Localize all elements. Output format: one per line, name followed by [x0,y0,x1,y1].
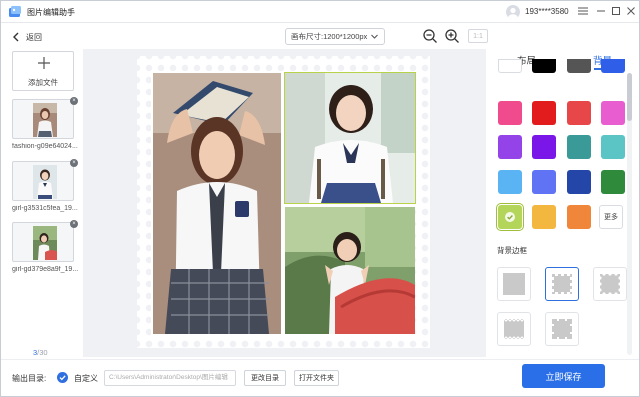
collage-photo [285,207,415,334]
add-file-label: 添加文件 [28,78,58,87]
ratio-button[interactable]: 1:1 [468,29,488,43]
user-avatar[interactable] [506,5,520,19]
output-dir-label: 输出目录: [12,374,47,383]
custom-dir-label: 自定义 [74,374,98,383]
remove-file-icon[interactable]: × [70,220,78,228]
border-preview [503,273,525,295]
color-swatch[interactable] [567,101,591,125]
chevron-down-icon [371,34,378,39]
minimize-icon[interactable] [594,4,608,18]
canvas-size-select[interactable]: 画布尺寸:1200*1200px [285,28,385,45]
user-name[interactable]: 193****3580 [525,7,569,16]
add-file-button[interactable]: 添加文件 [12,51,74,91]
output-path-field[interactable]: C:\Users\Administrator\Desktop\图片编辑 [104,370,236,386]
scrollbar-thumb[interactable] [627,73,632,121]
border-option-stamp[interactable] [545,267,579,301]
border-option-scalloped[interactable] [593,267,627,301]
app-window: 图片编辑助手 193****3580 返回 画布尺寸:1200*1200px 1 [0,0,640,397]
collage-photo-cell[interactable] [284,72,416,204]
hamburger-icon[interactable] [576,4,590,18]
chevron-left-icon [13,32,19,42]
close-icon[interactable] [624,4,638,18]
collage-photo-cell[interactable] [285,207,415,334]
page-counter: 3/30 [33,348,48,357]
file-thumbnail[interactable] [12,161,74,201]
color-swatch[interactable] [532,101,556,125]
file-name: girl-gd379e8a9f_19... [12,266,78,273]
back-button[interactable]: 返回 [12,30,42,44]
color-swatch[interactable] [567,205,591,229]
color-swatch[interactable] [532,135,556,159]
color-swatch[interactable] [498,135,522,159]
zoom-in-icon[interactable] [444,28,460,44]
panel-scrollbar[interactable] [627,73,632,355]
color-swatch[interactable] [498,59,522,73]
border-option-notched[interactable] [545,312,579,346]
color-swatch[interactable] [496,203,524,231]
collage-photo [285,73,415,203]
check-circle-icon [505,212,515,222]
color-swatch[interactable] [601,59,625,73]
canvas-size-value: 画布尺寸:1200*1200px [291,32,368,41]
color-swatch[interactable] [601,135,625,159]
border-option-zigzag[interactable] [497,312,531,346]
color-swatch[interactable] [532,59,556,73]
remove-file-icon[interactable]: × [70,159,78,167]
change-dir-button[interactable]: 更改目录 [244,370,286,386]
check-icon [59,375,66,381]
border-preview [598,272,622,296]
remove-file-icon[interactable]: × [70,97,78,105]
file-name: fashion-g09e64024... [12,143,78,150]
color-swatch[interactable] [498,170,522,194]
color-swatch[interactable] [567,59,591,73]
border-preview [503,318,525,340]
border-section-title: 背景边框 [497,246,527,255]
page-total: /30 [37,348,48,357]
color-swatch[interactable] [532,170,556,194]
color-swatch[interactable] [601,101,625,125]
app-title: 图片编辑助手 [27,8,75,17]
color-swatch[interactable] [601,170,625,194]
title-bar: 图片编辑助手 193****3580 [1,1,639,23]
open-folder-button[interactable]: 打开文件夹 [294,370,339,386]
back-label: 返回 [26,32,42,42]
maximize-icon[interactable] [609,4,623,18]
footer-bar: 输出目录: 自定义 C:\Users\Administrator\Desktop… [1,359,639,397]
collage-photo [153,73,281,334]
border-option-none[interactable] [497,267,531,301]
more-colors-button[interactable]: 更多 [599,205,623,229]
zoom-out-icon[interactable] [422,28,438,44]
file-name: girl-g3531c5fea_19... [12,205,78,212]
color-swatch[interactable] [567,170,591,194]
save-button[interactable]: 立即保存 [522,364,605,388]
app-logo-icon [9,6,21,17]
color-swatch[interactable] [498,101,522,125]
thumbnail-image [33,226,57,260]
settings-panel: 布局 背景 更多 背景边框 [488,47,639,357]
color-swatch[interactable] [567,135,591,159]
file-list-panel: 添加文件 × fashion-g09e64024... × girl-g3531… [1,47,83,359]
border-preview [552,274,572,294]
collage-photo-cell[interactable] [153,73,281,334]
thumbnail-image [33,165,57,199]
thumbnail-image [33,103,57,137]
border-preview [552,319,572,339]
custom-dir-radio[interactable] [57,372,68,383]
file-thumbnail[interactable] [12,99,74,139]
color-swatch[interactable] [532,205,556,229]
file-thumbnail[interactable] [12,222,74,262]
plus-icon [38,57,50,69]
